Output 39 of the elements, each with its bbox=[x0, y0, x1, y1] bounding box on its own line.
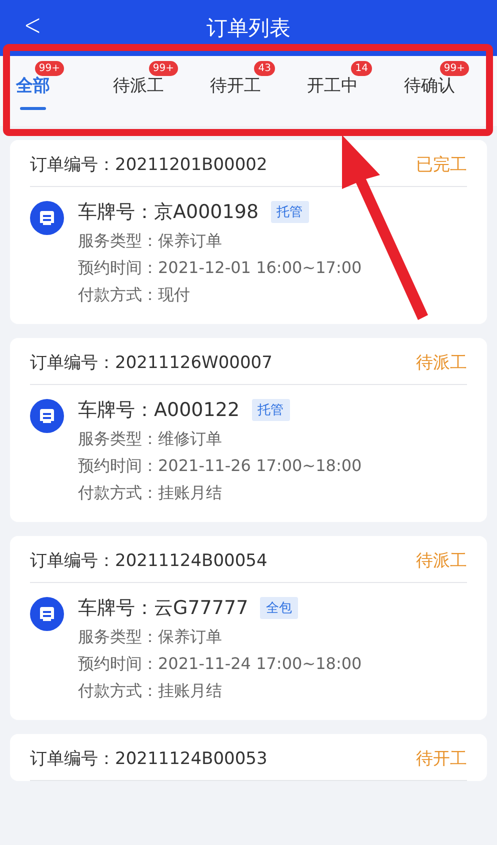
status-tab[interactable]: 全部 99+ bbox=[16, 56, 64, 116]
service-tag: 托管 bbox=[252, 399, 290, 421]
order-status: 待开工 bbox=[416, 748, 467, 770]
order-detail: 预约时间：2021-12-01 16:00~17:00 bbox=[78, 258, 362, 279]
count-badge: 99+ bbox=[34, 61, 64, 76]
plate-number: 车牌号：京A000198 bbox=[78, 200, 259, 225]
order-card[interactable]: 订单编号：20211126W00007 待派工 车牌号：A000122 托管 服务类型：维修订单 预约时间：2021-11-26 17:00~18:00 付款方式：挂账月结 bbox=[10, 338, 487, 522]
order-detail: 预约时间：2021-11-24 17:00~18:00 bbox=[78, 654, 362, 675]
status-tab[interactable]: 开工中 14 bbox=[307, 56, 372, 116]
order-detail: 服务类型：保养订单 bbox=[78, 231, 223, 252]
order-card[interactable]: 订单编号：20211201B00002 已完工 车牌号：京A000198 托管 服务类型：保养订单 预约时间：2021-12-01 16:00~17:00 付款方式：现付 bbox=[10, 140, 487, 324]
count-badge: 43 bbox=[254, 61, 275, 76]
count-badge: 14 bbox=[351, 61, 372, 76]
order-status: 待派工 bbox=[416, 550, 467, 572]
order-number: 订单编号：20211124B00054 bbox=[30, 550, 268, 572]
order-card[interactable]: 订单编号：20211124B00054 待派工 车牌号：云G77777 全包 服务类型：保养订单 预约时间：2021-11-24 17:00~18:00 付款方式：挂账月结 bbox=[10, 536, 487, 720]
count-badge: 99+ bbox=[148, 61, 178, 76]
status-tab[interactable]: 待确认 99+ bbox=[404, 56, 469, 116]
plate-number: 车牌号：云G77777 bbox=[78, 596, 248, 621]
order-number: 订单编号：20211201B00002 bbox=[30, 154, 268, 176]
order-detail: 付款方式：挂账月结 bbox=[78, 483, 223, 504]
order-status: 已完工 bbox=[416, 154, 467, 176]
order-detail: 预约时间：2021-11-26 17:00~18:00 bbox=[78, 456, 362, 477]
service-tag: 全包 bbox=[260, 597, 298, 619]
order-detail: 付款方式：现付 bbox=[78, 285, 191, 306]
status-tab[interactable]: 待开工 43 bbox=[210, 56, 275, 116]
order-number: 订单编号：20211124B00053 bbox=[30, 748, 268, 770]
page-title: 订单列表 bbox=[206, 15, 290, 42]
order-detail: 服务类型：维修订单 bbox=[78, 429, 223, 450]
order-card[interactable]: 订单编号：20211124B00053 待开工 bbox=[10, 734, 487, 781]
status-tab[interactable]: 待派工 99+ bbox=[113, 56, 178, 116]
back-button[interactable]: < bbox=[20, 8, 46, 43]
service-tag: 托管 bbox=[270, 201, 309, 223]
plate-number: 车牌号：A000122 bbox=[78, 398, 240, 423]
order-number: 订单编号：20211126W00007 bbox=[30, 352, 272, 374]
order-status: 待派工 bbox=[416, 352, 467, 374]
order-detail: 服务类型：保养订单 bbox=[78, 627, 223, 648]
count-badge: 99+ bbox=[440, 61, 469, 76]
order-detail: 付款方式：挂账月结 bbox=[78, 681, 223, 702]
